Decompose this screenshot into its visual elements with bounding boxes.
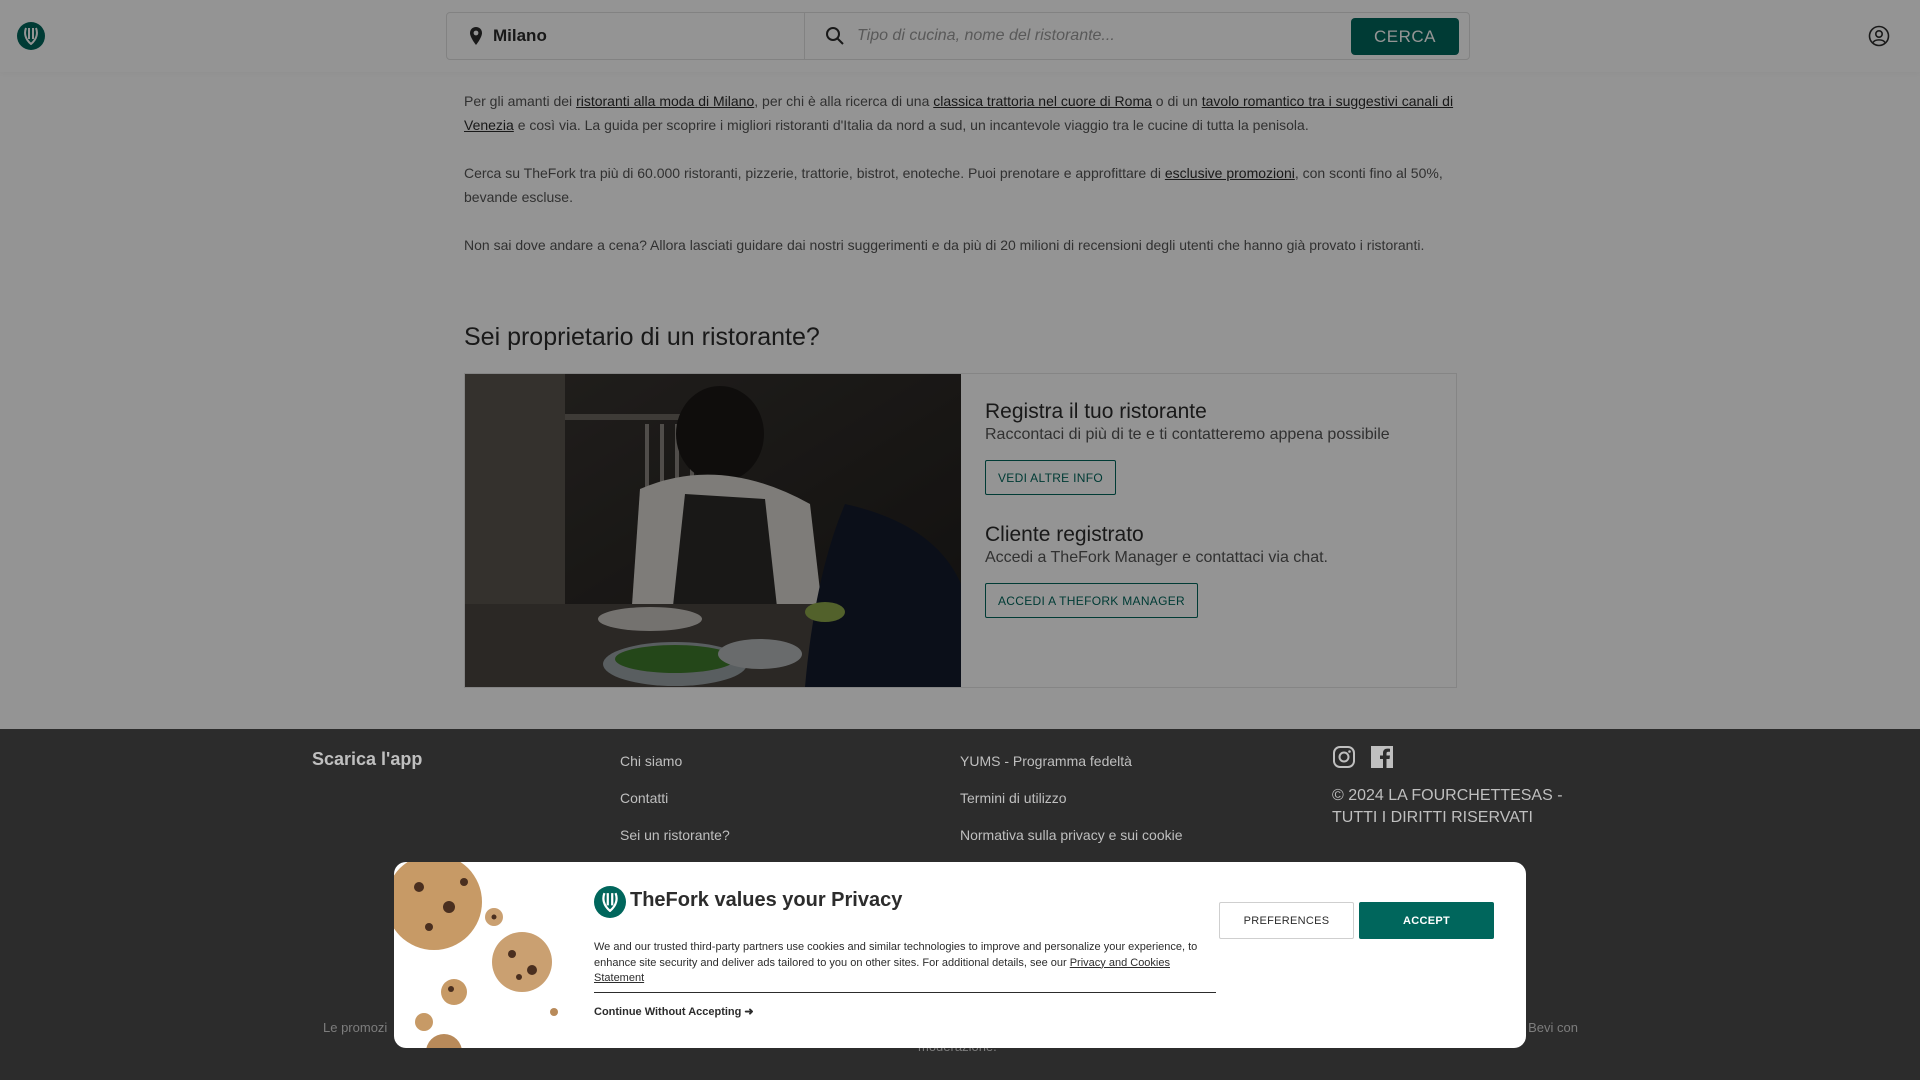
- facebook-icon[interactable]: [1370, 745, 1394, 769]
- cookies-illustration: [394, 862, 558, 1048]
- download-app-title: Scarica l'app: [312, 749, 423, 769]
- footer-link-contatti[interactable]: Contatti: [620, 790, 730, 827]
- cookie-consent-modal: TheFork values your Privacy We and our t…: [394, 862, 1526, 1048]
- copyright-text: © 2024 LA FOURCHETTESAS - TUTTI I DIRITT…: [1332, 787, 1563, 826]
- social-links: [1332, 745, 1394, 769]
- footer-links-col2: YUMS - Programma fedeltà Termini di util…: [960, 753, 1183, 864]
- privacy-modal-title: TheFork values your Privacy: [630, 889, 903, 911]
- footer-link-ristorante[interactable]: Sei un ristorante?: [620, 827, 730, 864]
- thefork-logo-icon: [594, 886, 626, 918]
- footer-link-terms[interactable]: Termini di utilizzo: [960, 790, 1183, 827]
- footer-link-privacy[interactable]: Normativa sulla privacy e sui cookie: [960, 827, 1183, 864]
- footer-link-yums[interactable]: YUMS - Programma fedeltà: [960, 753, 1183, 790]
- preferences-button[interactable]: PREFERENCES: [1219, 902, 1354, 939]
- legal-text-left: Le promozi: [323, 1020, 388, 1035]
- divider: [594, 992, 1216, 993]
- footer-link-chi-siamo[interactable]: Chi siamo: [620, 753, 730, 790]
- continue-without-accepting-link[interactable]: Continue Without Accepting ➜: [594, 1005, 754, 1018]
- accept-button[interactable]: ACCEPT: [1359, 902, 1494, 939]
- footer-links-col1: Chi siamo Contatti Sei un ristorante?: [620, 753, 730, 864]
- privacy-modal-text: We and our trusted third-party partners …: [594, 941, 1198, 984]
- instagram-icon[interactable]: [1332, 745, 1356, 769]
